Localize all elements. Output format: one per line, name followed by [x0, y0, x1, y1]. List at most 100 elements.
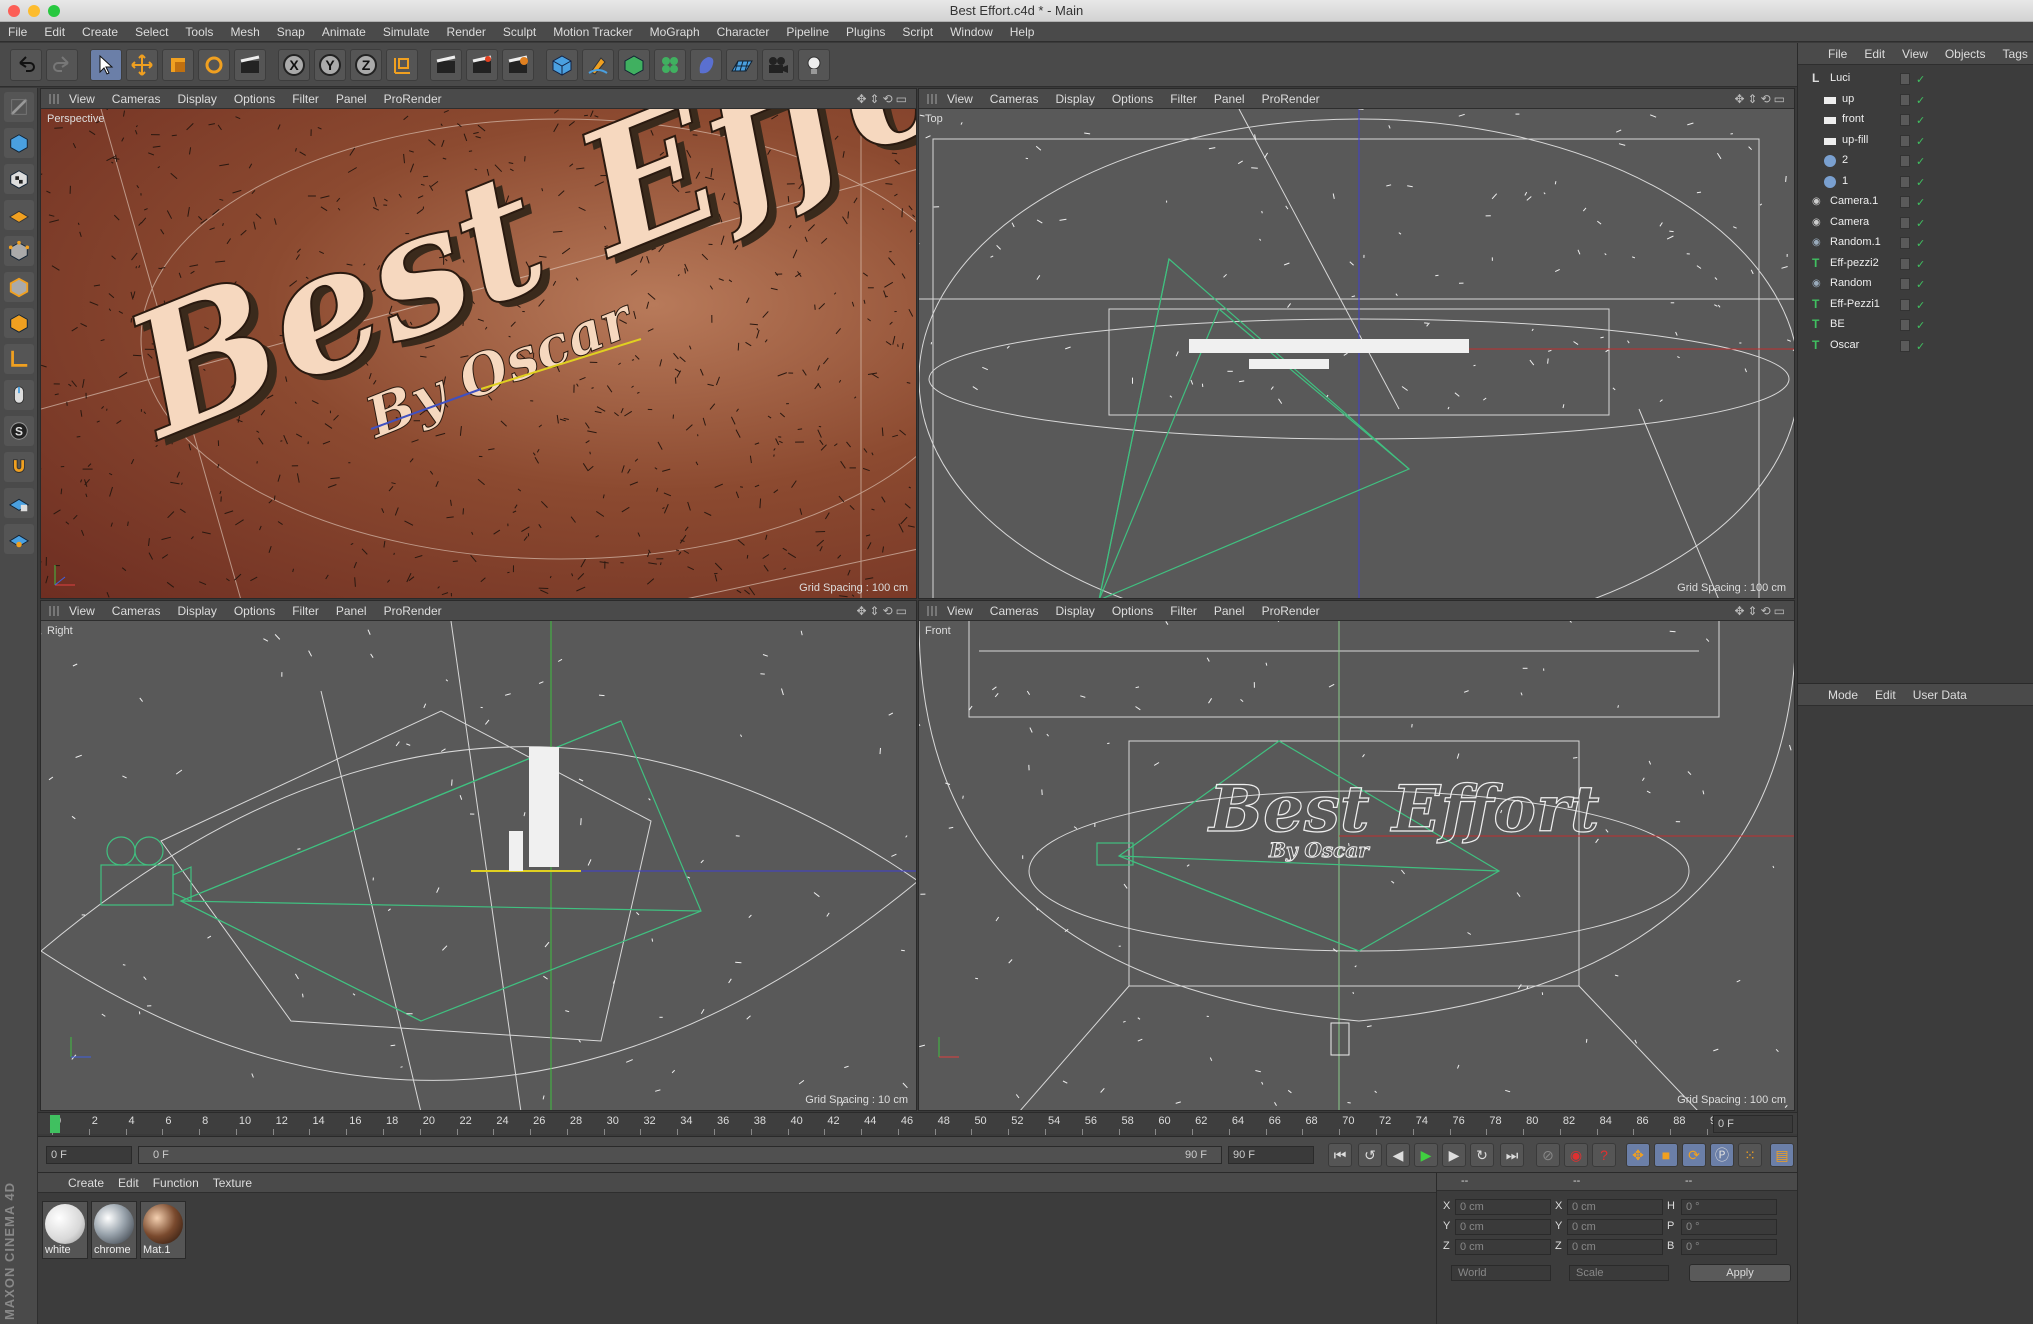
layer-flag[interactable]: [1900, 93, 1910, 106]
close-window-button[interactable]: [8, 5, 20, 17]
vp-menu-view[interactable]: View: [69, 604, 95, 618]
vp-menu-cameras[interactable]: Cameras: [990, 92, 1039, 106]
enabled-check-icon[interactable]: ✓: [1916, 217, 1928, 230]
rotate-tool-button[interactable]: [198, 48, 230, 81]
viewport-nav-icons[interactable]: ✥⇕⟲▭: [1734, 604, 1788, 618]
coord-value-field[interactable]: 0 cm: [1567, 1199, 1663, 1215]
key-rotation-button[interactable]: ⟳: [1682, 1143, 1706, 1167]
obj-menu-edit[interactable]: Edit: [1864, 47, 1885, 61]
vp-menu-cameras[interactable]: Cameras: [112, 92, 161, 106]
timeline-ruler[interactable]: 0246810121416182022242628303234363840424…: [38, 1112, 1797, 1135]
menu-sculpt[interactable]: Sculpt: [503, 25, 536, 39]
viewport-perspective[interactable]: View Cameras Display Options Filter Pane…: [40, 88, 917, 599]
object-name[interactable]: Random.1: [1830, 236, 1881, 248]
menu-tools[interactable]: Tools: [185, 25, 213, 39]
mat-menu-create[interactable]: Create: [68, 1176, 104, 1190]
undo-button[interactable]: [10, 48, 42, 81]
model-mode-button[interactable]: [4, 128, 34, 158]
enabled-check-icon[interactable]: ✓: [1916, 176, 1928, 189]
vp-menu-view[interactable]: View: [69, 92, 95, 106]
mat-menu-edit[interactable]: Edit: [118, 1176, 139, 1190]
object-name[interactable]: up-fill: [1842, 134, 1868, 146]
object-row[interactable]: front ✓: [1798, 110, 2033, 130]
object-name[interactable]: Oscar: [1830, 339, 1859, 351]
enabled-check-icon[interactable]: ✓: [1916, 94, 1928, 107]
enabled-check-icon[interactable]: ✓: [1916, 196, 1928, 209]
menu-snap[interactable]: Snap: [277, 25, 305, 39]
vp-menu-display[interactable]: Display: [1055, 92, 1094, 106]
vp-menu-display[interactable]: Display: [177, 604, 216, 618]
next-frame-button[interactable]: ▶: [1442, 1143, 1466, 1167]
mat-menu-function[interactable]: Function: [153, 1176, 199, 1190]
menu-pipeline[interactable]: Pipeline: [786, 25, 829, 39]
texture-mode-button[interactable]: [4, 164, 34, 194]
minimize-window-button[interactable]: [28, 5, 40, 17]
menu-mesh[interactable]: Mesh: [230, 25, 259, 39]
viewport-right[interactable]: View Cameras Display Options Filter Pane…: [40, 600, 917, 1111]
object-row[interactable]: ◉ Camera.1 ✓: [1798, 192, 2033, 212]
current-frame-field[interactable]: 0 F: [1713, 1115, 1793, 1133]
camera-button[interactable]: [762, 48, 794, 81]
menu-mograph[interactable]: MoGraph: [650, 25, 700, 39]
layer-flag[interactable]: [1900, 73, 1910, 85]
snap-button[interactable]: S: [4, 416, 34, 446]
viewport-nav-icons[interactable]: ✥⇕⟲▭: [1734, 92, 1788, 106]
light-button[interactable]: [798, 48, 830, 81]
object-row[interactable]: ◉ Random ✓: [1798, 274, 2033, 294]
vp-menu-prorender[interactable]: ProRender: [1262, 92, 1320, 106]
go-to-start-button[interactable]: ⏮: [1328, 1143, 1352, 1167]
vp-menu-filter[interactable]: Filter: [1170, 92, 1197, 106]
z-axis-lock-button[interactable]: Z: [350, 48, 382, 81]
play-button[interactable]: ▶: [1414, 1143, 1438, 1167]
viewport-nav-icons[interactable]: ✥⇕⟲▭: [856, 604, 910, 618]
timeline-layout-button[interactable]: ▤: [1770, 1143, 1794, 1167]
layer-flag[interactable]: [1900, 319, 1910, 331]
coord-value-field[interactable]: 0 cm: [1567, 1219, 1663, 1235]
enabled-check-icon[interactable]: ✓: [1916, 73, 1928, 86]
layer-flag[interactable]: [1900, 196, 1910, 208]
object-name[interactable]: Random: [1830, 277, 1872, 289]
vp-menu-panel[interactable]: Panel: [1214, 604, 1245, 618]
layer-flag[interactable]: [1900, 134, 1910, 147]
menu-plugins[interactable]: Plugins: [846, 25, 885, 39]
material-mat1[interactable]: Mat.1: [140, 1201, 186, 1259]
coord-value-field[interactable]: 0 cm: [1567, 1239, 1663, 1255]
record-button[interactable]: ◉: [1564, 1143, 1588, 1167]
object-row[interactable]: ◉ Camera ✓: [1798, 213, 2033, 233]
coord-space-select[interactable]: World: [1451, 1265, 1551, 1281]
obj-menu-tags[interactable]: Tags: [2003, 47, 2028, 61]
object-name[interactable]: up: [1842, 93, 1854, 105]
menu-animate[interactable]: Animate: [322, 25, 366, 39]
enabled-check-icon[interactable]: ✓: [1916, 237, 1928, 250]
layer-flag[interactable]: [1900, 175, 1910, 188]
vp-menu-panel[interactable]: Panel: [336, 92, 367, 106]
coord-value-field[interactable]: 0 cm: [1455, 1219, 1551, 1235]
cube-primitive-button[interactable]: [546, 48, 578, 81]
object-row[interactable]: L Luci ✓: [1798, 69, 2033, 89]
x-axis-lock-button[interactable]: X: [278, 48, 310, 81]
object-row[interactable]: T Eff-Pezzi1 ✓: [1798, 295, 2033, 315]
object-row[interactable]: T Oscar ✓: [1798, 336, 2033, 356]
layer-flag[interactable]: [1900, 237, 1910, 249]
edges-mode-button[interactable]: [4, 272, 34, 302]
go-to-end-button[interactable]: ⏭: [1500, 1143, 1524, 1167]
vp-menu-cameras[interactable]: Cameras: [112, 604, 161, 618]
obj-menu-view[interactable]: View: [1902, 47, 1928, 61]
vp-menu-prorender[interactable]: ProRender: [384, 92, 442, 106]
make-editable-button[interactable]: [4, 92, 34, 122]
vp-menu-view[interactable]: View: [947, 92, 973, 106]
move-tool-button[interactable]: [126, 48, 158, 81]
key-parameter-button[interactable]: Ⓟ: [1710, 1143, 1734, 1167]
coord-mode-select[interactable]: Scale: [1569, 1265, 1669, 1281]
object-row[interactable]: up ✓: [1798, 90, 2033, 110]
object-name[interactable]: 1: [1842, 175, 1848, 187]
viewport-front[interactable]: View Cameras Display Options Filter Pane…: [918, 600, 1795, 1111]
coord-value-field[interactable]: 0 cm: [1455, 1239, 1551, 1255]
workplane-mode-button[interactable]: [4, 200, 34, 230]
layer-flag[interactable]: [1900, 114, 1910, 126]
playhead-marker[interactable]: [50, 1115, 60, 1133]
material-white[interactable]: white: [42, 1201, 88, 1259]
menu-render[interactable]: Render: [447, 25, 486, 39]
redo-button[interactable]: [46, 48, 78, 81]
recent-tools-button[interactable]: [234, 48, 266, 81]
